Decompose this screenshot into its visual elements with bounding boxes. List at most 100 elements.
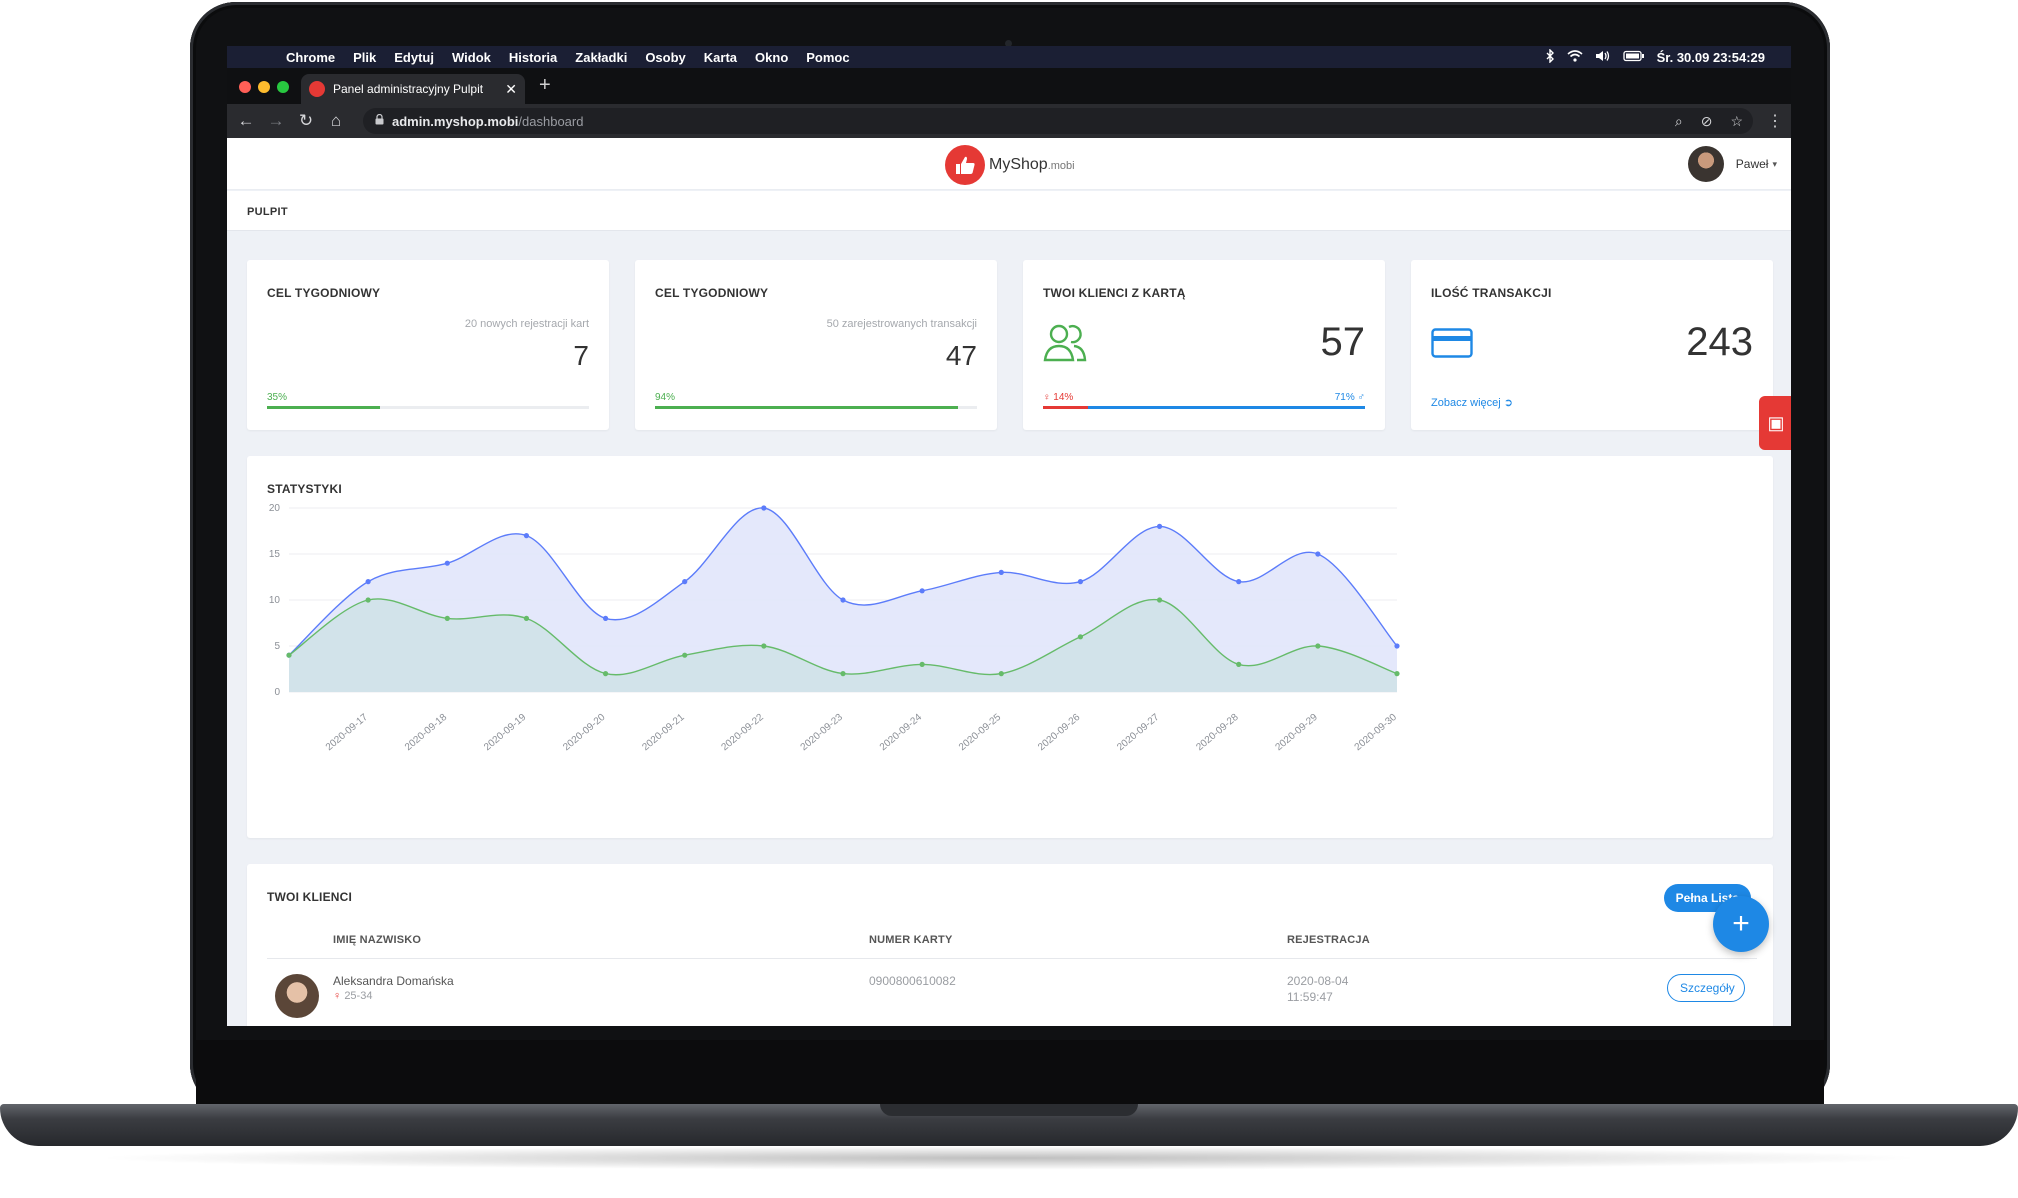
client-age-value: 25-34 <box>344 990 373 1002</box>
x-tick-label: 2020-09-22 <box>720 712 767 754</box>
brand-main: MyShop <box>989 156 1048 173</box>
app-header: MyShop.mobi Paweł ▾ <box>227 138 1791 190</box>
brand-suffix: .mobi <box>1047 160 1075 172</box>
details-button[interactable]: Szczegóły <box>1667 974 1745 1002</box>
see-more-label[interactable]: Zobacz więcej <box>1431 397 1501 409</box>
user-name[interactable]: Paweł <box>1736 157 1769 171</box>
data-point <box>1394 671 1400 677</box>
card-title: CEL TYGODNIOWY <box>267 286 381 300</box>
url-host: admin.myshop.mobi <box>392 113 519 129</box>
zoom-window-button[interactable] <box>277 81 289 93</box>
menu-widok[interactable]: Widok <box>443 50 500 65</box>
card-value: 243 <box>1686 320 1753 364</box>
statistics-card: STATYSTYKI 0 5 10 15 20 2020-09-17 2020-09-18 2… <box>247 456 1773 838</box>
user-avatar[interactable] <box>1687 146 1724 182</box>
menu-karta[interactable]: Karta <box>695 50 746 65</box>
add-fab-button[interactable]: + <box>1713 896 1769 952</box>
x-tick-label: 2020-09-21 <box>640 712 687 754</box>
menu-plik[interactable]: Plik <box>344 50 385 65</box>
data-point <box>365 579 371 585</box>
lock-icon[interactable] <box>375 113 384 128</box>
battery-icon[interactable] <box>1622 50 1645 65</box>
bluetooth-icon[interactable] <box>1545 47 1555 66</box>
wifi-icon[interactable] <box>1567 49 1583 65</box>
see-more-link[interactable]: Zobacz więcej ➲ <box>1431 396 1513 409</box>
data-point <box>919 588 925 594</box>
statistics-chart: 0 5 10 15 20 2020-09-17 2020-09-18 2020-09-19 20… <box>269 503 1400 754</box>
x-tick-label: 2020-09-23 <box>799 712 846 754</box>
barcode-icon[interactable]: ▣ <box>1767 413 1784 434</box>
x-tick-label: 2020-09-24 <box>878 712 925 754</box>
myshop-logo[interactable]: MyShop.mobi <box>945 145 1075 185</box>
minimize-window-button[interactable] <box>258 81 270 93</box>
arrow-circle-right-icon[interactable]: ➲ <box>1504 397 1513 409</box>
data-point <box>602 615 609 621</box>
menu-edytuj[interactable]: Edytuj <box>385 50 443 65</box>
card-title: TWOI KLIENCI Z KARTĄ <box>1043 286 1186 300</box>
data-point <box>998 569 1004 575</box>
new-tab-button[interactable]: + <box>539 74 551 97</box>
back-icon[interactable]: ← <box>231 111 261 131</box>
female-share-label: ♀ 14% <box>1043 392 1074 403</box>
x-tick-label: 2020-09-18 <box>403 712 450 754</box>
column-header-name[interactable]: IMIĘ NAZWISKO <box>333 934 421 946</box>
menu-chrome[interactable]: Chrome <box>277 50 344 65</box>
y-tick-label: 5 <box>274 641 280 652</box>
data-point <box>840 597 846 603</box>
eye-off-icon[interactable]: ⊘ <box>1701 113 1713 130</box>
volume-icon[interactable] <box>1595 50 1611 65</box>
browser-toolbar: ← → ↻ ⌂ admin.myshop.mobi /dashboard ⌕ ⊘… <box>227 104 1791 138</box>
client-name: Aleksandra Domańska <box>333 974 454 988</box>
mac-menubar: Chrome Plik Edytuj Widok Historia Zakład… <box>227 46 1791 68</box>
close-window-button[interactable] <box>239 81 251 93</box>
status-area: Śr. 30.09 23:54:29 <box>1545 47 1791 66</box>
close-tab-icon[interactable]: ✕ <box>505 81 517 98</box>
data-point <box>761 643 767 649</box>
progress-percent: 94% <box>655 392 676 403</box>
forward-icon[interactable]: → <box>261 111 291 131</box>
data-point <box>761 505 767 511</box>
plus-icon[interactable]: + <box>1732 907 1750 941</box>
y-tick-label: 15 <box>269 549 281 560</box>
column-header-registration[interactable]: REJESTRACJA <box>1287 934 1370 946</box>
address-bar[interactable]: admin.myshop.mobi /dashboard ⌕ ⊘ ☆ <box>363 108 1753 134</box>
client-avatar <box>275 974 319 1018</box>
data-point <box>523 533 530 539</box>
chevron-down-icon[interactable]: ▾ <box>1772 159 1777 170</box>
menu-osoby[interactable]: Osoby <box>636 50 694 65</box>
card-subtitle: 50 zarejestrowanych transakcji <box>826 318 977 330</box>
browser-menu-icon[interactable]: ⋮ <box>1767 111 1783 131</box>
column-header-card-number[interactable]: NUMER KARTY <box>869 934 952 946</box>
tab-dashboard[interactable]: Panel administracyjny Pulpit ✕ <box>301 74 525 104</box>
bookmark-star-icon[interactable]: ☆ <box>1730 113 1743 130</box>
menubar-clock[interactable]: Śr. 30.09 23:54:29 <box>1657 50 1765 65</box>
data-point <box>365 597 371 603</box>
menu-zakladki[interactable]: Zakładki <box>566 50 636 65</box>
data-point <box>286 652 292 658</box>
home-icon[interactable]: ⌂ <box>321 111 351 131</box>
barcode-scan-button[interactable]: ▣ <box>1759 396 1791 450</box>
x-tick-label: 2020-09-25 <box>957 712 1004 754</box>
client-age: ♀ 25-34 <box>333 990 372 1002</box>
user-menu[interactable]: Paweł ▾ <box>1687 146 1777 182</box>
zoom-icon[interactable]: ⌕ <box>1675 113 1683 130</box>
male-bar <box>1088 406 1365 409</box>
menu-okno[interactable]: Okno <box>746 50 797 65</box>
credit-card-icon <box>1431 328 1473 363</box>
data-point <box>1077 579 1084 585</box>
data-point <box>1394 643 1400 649</box>
table-divider <box>267 958 1757 959</box>
female-bar <box>1043 406 1089 409</box>
data-point <box>523 615 530 621</box>
menu-historia[interactable]: Historia <box>500 50 566 65</box>
reload-icon[interactable]: ↻ <box>291 111 321 131</box>
brand-name: MyShop.mobi <box>989 156 1075 174</box>
breadcrumb: PULPIT <box>247 206 288 218</box>
card-title: TWOI KLIENCI <box>267 890 353 904</box>
x-tick-label: 2020-09-19 <box>482 712 529 754</box>
tab-title: Panel administracyjny Pulpit <box>333 82 484 96</box>
favicon-icon <box>309 81 325 97</box>
menu-pomoc[interactable]: Pomoc <box>797 50 858 65</box>
data-point <box>1077 634 1084 640</box>
laptop-chin <box>196 1040 1824 1108</box>
